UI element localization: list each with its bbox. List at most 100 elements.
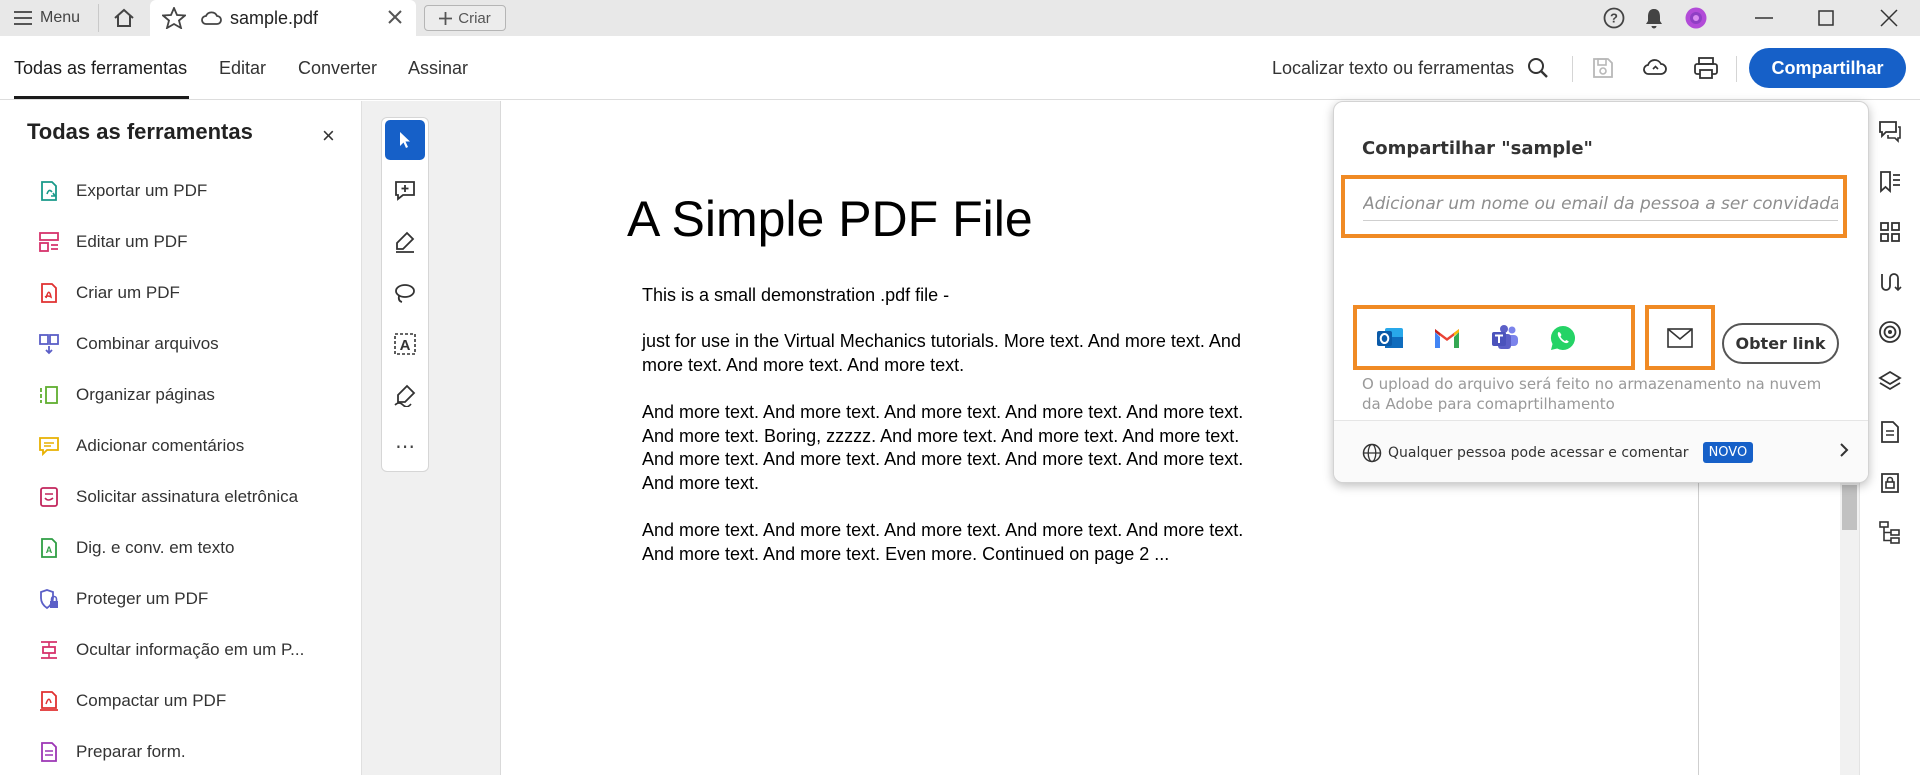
bookmark-icon — [1880, 171, 1900, 194]
tab-title: sample.pdf — [230, 8, 319, 28]
main-toolbar: Todas as ferramentas Editar Converter As… — [0, 36, 1920, 100]
tab-convert[interactable]: Converter — [298, 58, 377, 79]
document-tab[interactable]: sample.pdf — [150, 0, 416, 36]
tool-export-pdf[interactable]: Exportar um PDF — [38, 176, 207, 206]
tool-label: Exportar um PDF — [76, 181, 208, 200]
plus-icon — [439, 11, 453, 25]
save-button[interactable] — [1589, 54, 1617, 82]
tool-prepare-form[interactable]: Preparar form. — [38, 737, 186, 767]
text-select-tool-button[interactable]: A — [385, 324, 425, 364]
tab-edit[interactable]: Editar — [219, 58, 266, 79]
comments-rail-button[interactable] — [1878, 119, 1902, 143]
gmail-icon — [1435, 329, 1459, 348]
find-text-or-tools[interactable]: Localizar texto ou ferramentas — [1272, 58, 1514, 79]
tool-label: Criar um PDF — [76, 283, 180, 302]
document-title: A Simple PDF File — [627, 191, 1033, 247]
invite-input[interactable] — [1363, 187, 1838, 221]
access-setting[interactable]: Qualquer pessoa pode acessar e comentar … — [1362, 442, 1754, 463]
redact-icon — [38, 639, 60, 661]
whatsapp-share-button[interactable] — [1548, 323, 1578, 353]
tool-label: Dig. e conv. em texto — [76, 538, 235, 557]
document-icon — [1881, 421, 1899, 443]
add-comment-tool-button[interactable] — [385, 171, 425, 211]
teams-share-button[interactable] — [1490, 323, 1520, 353]
close-window-icon — [1880, 9, 1898, 27]
help-button[interactable]: ? — [1600, 4, 1628, 32]
security-rail-button[interactable] — [1878, 470, 1902, 494]
maximize-button[interactable] — [1812, 4, 1840, 32]
create-pdf-icon — [38, 282, 60, 304]
tool-edit-pdf[interactable]: Editar um PDF — [38, 227, 187, 257]
new-badge: NOVO — [1702, 442, 1754, 463]
cursor-icon — [400, 132, 410, 148]
gmail-share-button[interactable] — [1432, 323, 1462, 353]
close-panel-button[interactable]: × — [322, 123, 335, 149]
search-button[interactable] — [1524, 54, 1552, 82]
bookmarks-rail-button[interactable] — [1878, 170, 1902, 194]
divider — [1736, 56, 1737, 82]
attachments-rail-button[interactable] — [1878, 420, 1902, 444]
avatar[interactable] — [1682, 4, 1710, 32]
divider — [1572, 56, 1573, 82]
accessibility-rail-button[interactable] — [1878, 320, 1902, 344]
tab-sign[interactable]: Assinar — [408, 58, 468, 79]
highlighter-icon — [396, 231, 415, 253]
tool-request-esign[interactable]: Solicitar assinatura eletrônica — [38, 482, 298, 512]
panel-title: Todas as ferramentas — [27, 119, 253, 144]
highlight-tool-button[interactable] — [385, 222, 425, 262]
close-tab-icon[interactable] — [386, 8, 404, 26]
thumbnails-rail-button[interactable] — [1878, 220, 1902, 244]
select-tool-button[interactable] — [385, 120, 425, 160]
quick-tools-bar: A ⋯ — [381, 117, 429, 472]
share-button[interactable]: Compartilhar — [1749, 48, 1906, 88]
share-apps-group — [1353, 305, 1635, 370]
tool-create-pdf[interactable]: Criar um PDF — [38, 278, 180, 308]
tool-redact[interactable]: Ocultar informação em um P... — [38, 635, 304, 665]
email-share-button[interactable] — [1645, 305, 1715, 370]
draw-tool-button[interactable] — [385, 273, 425, 313]
structure-rail-button[interactable] — [1878, 520, 1902, 544]
tool-compress-pdf[interactable]: Compactar um PDF — [38, 686, 226, 716]
tool-add-comments[interactable]: Adicionar comentários — [38, 431, 244, 461]
upload-note: O upload do arquivo será feito no armaze… — [1362, 375, 1822, 413]
comments-icon — [1879, 121, 1901, 143]
scrollbar-thumb[interactable] — [1842, 485, 1857, 530]
tool-combine-files[interactable]: Combinar arquivos — [38, 329, 219, 359]
create-button[interactable]: Criar — [424, 5, 506, 31]
menu-label: Menu — [40, 9, 81, 26]
outlook-share-button[interactable] — [1375, 323, 1405, 353]
layers-rail-button[interactable] — [1878, 370, 1902, 394]
tool-label: Organizar páginas — [76, 385, 215, 404]
compress-pdf-icon — [38, 690, 60, 712]
cloud-sync-button[interactable] — [1641, 54, 1669, 82]
print-button[interactable] — [1692, 54, 1720, 82]
pen-sign-icon — [394, 384, 416, 407]
close-window-button[interactable] — [1875, 4, 1903, 32]
more-tools-button[interactable]: ⋯ — [385, 426, 425, 466]
scan-ocr-icon: A — [38, 537, 60, 559]
organize-pages-icon — [38, 384, 60, 406]
home-button[interactable] — [110, 5, 138, 31]
teams-icon — [1492, 325, 1518, 349]
cloud-sync-icon — [1643, 59, 1667, 75]
star-icon[interactable] — [162, 7, 186, 29]
compare-rail-button[interactable] — [1878, 270, 1902, 294]
invite-field-highlight — [1341, 175, 1847, 238]
tab-all-tools[interactable]: Todas as ferramentas — [14, 58, 187, 79]
whatsapp-icon — [1550, 325, 1576, 350]
share-popover-title: Compartilhar "sample" — [1362, 138, 1593, 159]
avatar-icon — [1685, 7, 1707, 29]
request-esign-icon — [38, 486, 60, 508]
tool-protect-pdf[interactable]: Proteger um PDF — [38, 584, 208, 614]
create-label: Criar — [458, 9, 491, 27]
get-link-button[interactable]: Obter link — [1722, 323, 1839, 364]
prepare-form-icon — [38, 741, 60, 763]
minimize-button[interactable] — [1750, 4, 1778, 32]
tool-organize-pages[interactable]: Organizar páginas — [38, 380, 215, 410]
sign-tool-button[interactable] — [385, 375, 425, 415]
chevron-right-icon[interactable] — [1838, 441, 1850, 459]
menu-button[interactable]: Menu — [14, 0, 80, 36]
notifications-button[interactable] — [1640, 4, 1668, 32]
access-settings-row[interactable]: Qualquer pessoa pode acessar e comentar … — [1334, 420, 1868, 482]
tool-scan-ocr[interactable]: A Dig. e conv. em texto — [38, 533, 234, 563]
